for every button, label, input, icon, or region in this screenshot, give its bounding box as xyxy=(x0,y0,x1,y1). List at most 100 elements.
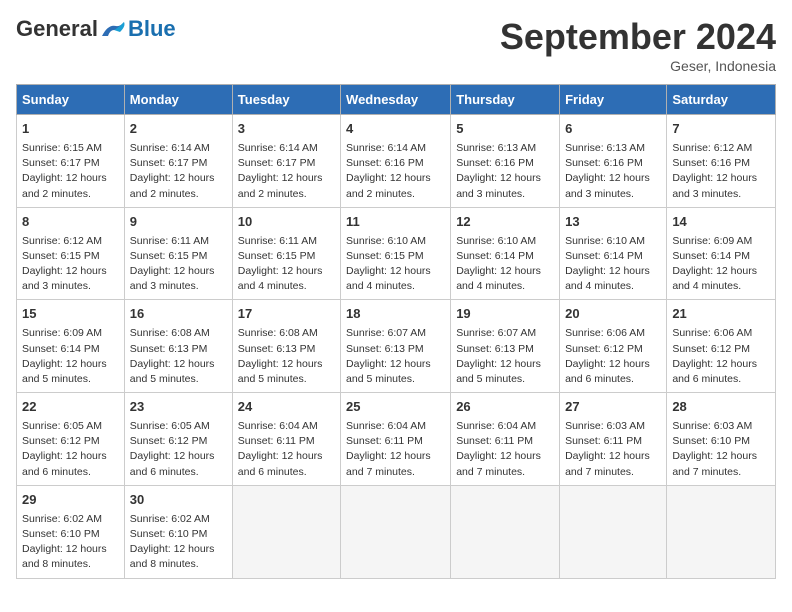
calendar-day-cell xyxy=(667,485,776,578)
calendar-day-cell: 24 Sunrise: 6:04 AMSunset: 6:11 PMDayligh… xyxy=(232,393,340,486)
day-number: 4 xyxy=(346,120,445,139)
day-number: 17 xyxy=(238,305,335,324)
day-number: 10 xyxy=(238,213,335,232)
logo-blue-text: Blue xyxy=(128,16,176,42)
day-number: 15 xyxy=(22,305,119,324)
logo-bird-icon xyxy=(100,18,128,40)
calendar-day-cell: 25 Sunrise: 6:04 AMSunset: 6:11 PMDayligh… xyxy=(341,393,451,486)
day-info: Sunrise: 6:07 AMSunset: 6:13 PMDaylight:… xyxy=(346,326,445,387)
calendar-day-cell: 1 Sunrise: 6:15 AMSunset: 6:17 PMDaylight… xyxy=(17,115,125,208)
day-info: Sunrise: 6:07 AMSunset: 6:13 PMDaylight:… xyxy=(456,326,554,387)
day-number: 25 xyxy=(346,398,445,417)
day-info: Sunrise: 6:12 AMSunset: 6:15 PMDaylight:… xyxy=(22,234,119,295)
day-info: Sunrise: 6:12 AMSunset: 6:16 PMDaylight:… xyxy=(672,141,770,202)
calendar-week-row: 1 Sunrise: 6:15 AMSunset: 6:17 PMDaylight… xyxy=(17,115,776,208)
day-info: Sunrise: 6:04 AMSunset: 6:11 PMDaylight:… xyxy=(346,419,445,480)
calendar-day-cell: 7 Sunrise: 6:12 AMSunset: 6:16 PMDaylight… xyxy=(667,115,776,208)
calendar-day-cell: 21Sunrise: 6:06 AMSunset: 6:12 PMDayligh… xyxy=(667,300,776,393)
day-info: Sunrise: 6:08 AMSunset: 6:13 PMDaylight:… xyxy=(238,326,335,387)
logo: General Blue xyxy=(16,16,176,42)
day-info: Sunrise: 6:10 AMSunset: 6:14 PMDaylight:… xyxy=(456,234,554,295)
calendar-day-cell: 4 Sunrise: 6:14 AMSunset: 6:16 PMDaylight… xyxy=(341,115,451,208)
day-number: 12 xyxy=(456,213,554,232)
day-info: Sunrise: 6:08 AMSunset: 6:13 PMDaylight:… xyxy=(130,326,227,387)
day-number: 19 xyxy=(456,305,554,324)
calendar-day-cell xyxy=(341,485,451,578)
day-number: 20 xyxy=(565,305,661,324)
day-info: Sunrise: 6:04 AMSunset: 6:11 PMDaylight:… xyxy=(456,419,554,480)
day-number: 16 xyxy=(130,305,227,324)
day-number: 29 xyxy=(22,491,119,510)
day-info: Sunrise: 6:10 AMSunset: 6:14 PMDaylight:… xyxy=(565,234,661,295)
calendar-day-cell: 10 Sunrise: 6:11 AMSunset: 6:15 PMDayligh… xyxy=(232,207,340,300)
day-number: 23 xyxy=(130,398,227,417)
day-info: Sunrise: 6:14 AMSunset: 6:16 PMDaylight:… xyxy=(346,141,445,202)
calendar-week-row: 15Sunrise: 6:09 AMSunset: 6:14 PMDayligh… xyxy=(17,300,776,393)
logo-general-text: General xyxy=(16,16,98,42)
day-number: 22 xyxy=(22,398,119,417)
calendar-day-cell xyxy=(560,485,667,578)
day-info: Sunrise: 6:13 AMSunset: 6:16 PMDaylight:… xyxy=(456,141,554,202)
calendar-day-header: Monday xyxy=(124,85,232,115)
calendar-day-header: Thursday xyxy=(451,85,560,115)
day-number: 2 xyxy=(130,120,227,139)
calendar-day-cell: 6Sunrise: 6:13 AMSunset: 6:16 PMDaylight… xyxy=(560,115,667,208)
calendar-week-row: 29 Sunrise: 6:02 AMSunset: 6:10 PMDayligh… xyxy=(17,485,776,578)
calendar-day-cell: 2 Sunrise: 6:14 AMSunset: 6:17 PMDaylight… xyxy=(124,115,232,208)
calendar-day-cell: 13Sunrise: 6:10 AMSunset: 6:14 PMDayligh… xyxy=(560,207,667,300)
day-info: Sunrise: 6:05 AMSunset: 6:12 PMDaylight:… xyxy=(22,419,119,480)
day-info: Sunrise: 6:14 AMSunset: 6:17 PMDaylight:… xyxy=(238,141,335,202)
calendar-day-cell: 22 Sunrise: 6:05 AMSunset: 6:12 PMDayligh… xyxy=(17,393,125,486)
calendar-day-cell: 11Sunrise: 6:10 AMSunset: 6:15 PMDayligh… xyxy=(341,207,451,300)
day-info: Sunrise: 6:05 AMSunset: 6:12 PMDaylight:… xyxy=(130,419,227,480)
calendar-week-row: 22 Sunrise: 6:05 AMSunset: 6:12 PMDayligh… xyxy=(17,393,776,486)
day-number: 18 xyxy=(346,305,445,324)
day-info: Sunrise: 6:14 AMSunset: 6:17 PMDaylight:… xyxy=(130,141,227,202)
month-title: September 2024 xyxy=(500,16,776,58)
day-number: 24 xyxy=(238,398,335,417)
calendar-day-cell xyxy=(451,485,560,578)
day-info: Sunrise: 6:15 AMSunset: 6:17 PMDaylight:… xyxy=(22,141,119,202)
calendar-day-header: Saturday xyxy=(667,85,776,115)
day-info: Sunrise: 6:11 AMSunset: 6:15 PMDaylight:… xyxy=(130,234,227,295)
calendar-day-cell: 20 Sunrise: 6:06 AMSunset: 6:12 PMDayligh… xyxy=(560,300,667,393)
day-number: 14 xyxy=(672,213,770,232)
day-info: Sunrise: 6:02 AMSunset: 6:10 PMDaylight:… xyxy=(130,512,227,573)
day-info: Sunrise: 6:11 AMSunset: 6:15 PMDaylight:… xyxy=(238,234,335,295)
calendar-day-cell: 18 Sunrise: 6:07 AMSunset: 6:13 PMDayligh… xyxy=(341,300,451,393)
day-info: Sunrise: 6:06 AMSunset: 6:12 PMDaylight:… xyxy=(565,326,661,387)
calendar-day-cell: 29 Sunrise: 6:02 AMSunset: 6:10 PMDayligh… xyxy=(17,485,125,578)
title-block: September 2024 Geser, Indonesia xyxy=(500,16,776,74)
day-number: 28 xyxy=(672,398,770,417)
day-info: Sunrise: 6:10 AMSunset: 6:15 PMDaylight:… xyxy=(346,234,445,295)
calendar-day-cell: 5 Sunrise: 6:13 AMSunset: 6:16 PMDaylight… xyxy=(451,115,560,208)
day-number: 7 xyxy=(672,120,770,139)
day-number: 3 xyxy=(238,120,335,139)
calendar-day-cell: 12 Sunrise: 6:10 AMSunset: 6:14 PMDayligh… xyxy=(451,207,560,300)
day-info: Sunrise: 6:02 AMSunset: 6:10 PMDaylight:… xyxy=(22,512,119,573)
calendar-day-cell: 23 Sunrise: 6:05 AMSunset: 6:12 PMDayligh… xyxy=(124,393,232,486)
day-info: Sunrise: 6:09 AMSunset: 6:14 PMDaylight:… xyxy=(672,234,770,295)
calendar-day-cell: 16 Sunrise: 6:08 AMSunset: 6:13 PMDayligh… xyxy=(124,300,232,393)
day-number: 1 xyxy=(22,120,119,139)
day-number: 8 xyxy=(22,213,119,232)
day-info: Sunrise: 6:13 AMSunset: 6:16 PMDaylight:… xyxy=(565,141,661,202)
day-number: 21 xyxy=(672,305,770,324)
day-info: Sunrise: 6:03 AMSunset: 6:11 PMDaylight:… xyxy=(565,419,661,480)
calendar-body: 1 Sunrise: 6:15 AMSunset: 6:17 PMDaylight… xyxy=(17,115,776,579)
day-number: 5 xyxy=(456,120,554,139)
day-number: 30 xyxy=(130,491,227,510)
day-number: 27 xyxy=(565,398,661,417)
calendar-day-cell: 3 Sunrise: 6:14 AMSunset: 6:17 PMDaylight… xyxy=(232,115,340,208)
day-info: Sunrise: 6:04 AMSunset: 6:11 PMDaylight:… xyxy=(238,419,335,480)
calendar-header-row: SundayMondayTuesdayWednesdayThursdayFrid… xyxy=(17,85,776,115)
calendar-day-cell xyxy=(232,485,340,578)
calendar-day-cell: 8 Sunrise: 6:12 AMSunset: 6:15 PMDaylight… xyxy=(17,207,125,300)
calendar-day-cell: 28 Sunrise: 6:03 AMSunset: 6:10 PMDayligh… xyxy=(667,393,776,486)
page-header: General Blue September 2024 Geser, Indon… xyxy=(16,16,776,74)
day-number: 9 xyxy=(130,213,227,232)
day-info: Sunrise: 6:03 AMSunset: 6:10 PMDaylight:… xyxy=(672,419,770,480)
calendar-day-cell: 14 Sunrise: 6:09 AMSunset: 6:14 PMDayligh… xyxy=(667,207,776,300)
calendar-table: SundayMondayTuesdayWednesdayThursdayFrid… xyxy=(16,84,776,579)
calendar-day-cell: 27 Sunrise: 6:03 AMSunset: 6:11 PMDayligh… xyxy=(560,393,667,486)
